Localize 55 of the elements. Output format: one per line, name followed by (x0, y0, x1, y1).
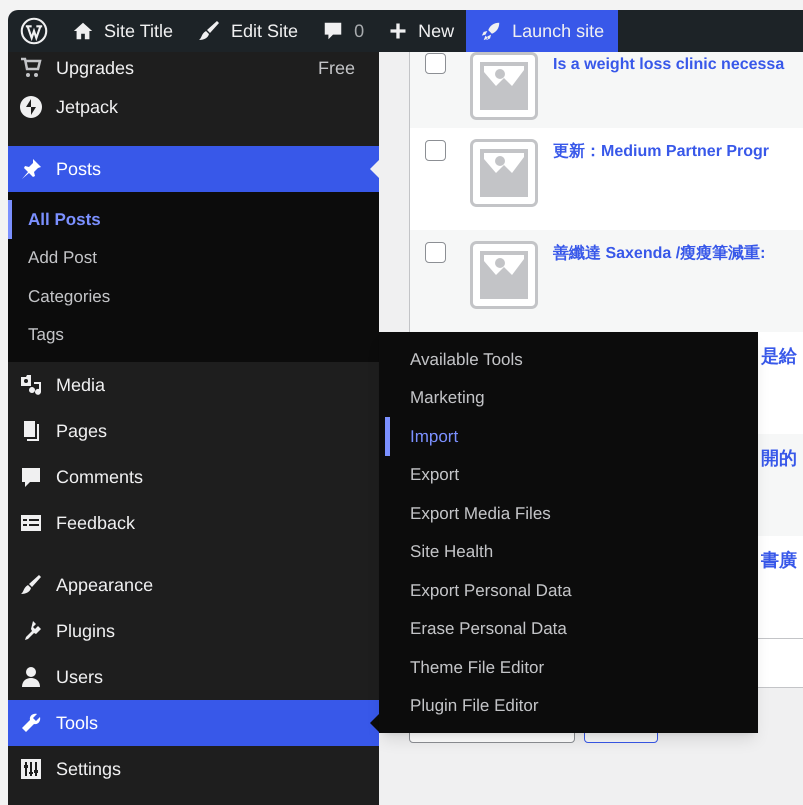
menu-item[interactable]: Tools (8, 700, 379, 746)
speech-bubble-icon (19, 465, 43, 489)
menu-item[interactable]: Comments (8, 454, 379, 500)
site-title-link[interactable]: Site Title (60, 10, 186, 52)
row-checkbox[interactable] (425, 242, 446, 263)
menu-item[interactable]: Settings (8, 746, 379, 792)
bolt-icon (19, 95, 43, 119)
launch-site-button[interactable]: Launch site (466, 10, 618, 52)
user-icon (19, 665, 43, 689)
menu-item[interactable]: Pages (8, 408, 379, 454)
submenu-item[interactable]: Add Post (8, 238, 379, 277)
flyout-item[interactable]: Theme File Editor (385, 648, 758, 686)
menu-item[interactable]: Posts (8, 146, 379, 192)
flyout-item[interactable]: Export (385, 456, 758, 494)
flyout-item[interactable]: Marketing (385, 378, 758, 417)
menu-item[interactable]: Feedback (8, 500, 379, 546)
edit-site-link[interactable]: Edit Site (185, 10, 310, 52)
post-title-link[interactable]: Is a weight loss clinic necessa (553, 53, 784, 77)
sliders-icon (19, 757, 43, 781)
row-checkbox[interactable] (425, 140, 446, 161)
speech-bubble-icon (322, 20, 344, 42)
flyout-item[interactable]: Export Personal Data (385, 571, 758, 610)
menu-item[interactable]: Appearance (8, 562, 379, 608)
pushpin-icon (19, 157, 43, 181)
new-link[interactable]: New (376, 10, 466, 52)
menu-item[interactable]: Media (8, 362, 379, 408)
row-checkbox[interactable] (425, 53, 446, 74)
home-icon (72, 20, 94, 42)
menu-item[interactable]: Plugins (8, 608, 379, 654)
flyout-item[interactable]: Plugin File Editor (385, 686, 758, 725)
image-placeholder-icon (470, 139, 538, 207)
post-title-link[interactable]: 更新：Medium Partner Progr (553, 140, 770, 164)
flyout-item[interactable]: Import (385, 417, 758, 456)
image-placeholder-icon (470, 241, 538, 309)
wordpress-logo-icon (20, 17, 48, 45)
submenu-item[interactable]: All Posts (8, 200, 379, 238)
post-title-link[interactable]: 開的 (761, 445, 797, 472)
cart-icon (19, 56, 43, 80)
flyout-item[interactable]: Site Health (385, 532, 758, 571)
post-title-link[interactable]: 書廣 (761, 547, 797, 574)
flyout-item[interactable]: Available Tools (385, 340, 758, 378)
menu-item[interactable]: Upgrades Free (8, 52, 379, 84)
post-title-link[interactable]: 是給 (761, 343, 797, 370)
comments-link[interactable]: 0 (310, 10, 376, 52)
plus-icon (388, 21, 408, 41)
brush-icon (197, 19, 222, 43)
brush-icon (19, 573, 43, 597)
menu-item[interactable]: Users (8, 654, 379, 700)
submenu-item[interactable]: Tags (8, 316, 379, 354)
submenu-item[interactable]: Categories (8, 277, 379, 316)
flyout-item[interactable]: Export Media Files (385, 494, 758, 532)
flyout-item[interactable]: Erase Personal Data (385, 610, 758, 648)
menu-item[interactable]: Jetpack (8, 84, 379, 130)
media-icon (19, 373, 43, 397)
post-title-link[interactable]: 善纖達 Saxenda /瘦瘦筆減重: (553, 242, 766, 266)
